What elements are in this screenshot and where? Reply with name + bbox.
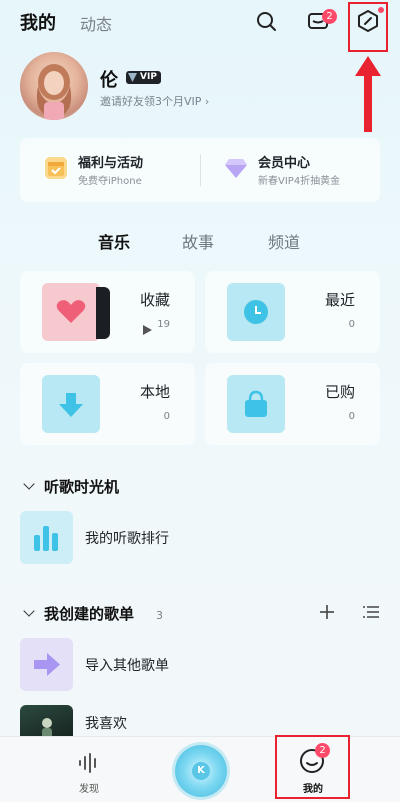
album-thumbnail <box>96 287 110 339</box>
tile-recent-count: 0 <box>348 319 355 330</box>
vip-center-subtitle: 新春VIP4折抽黄金 <box>258 176 341 187</box>
listening-rank-label[interactable]: 我的听歌排行 <box>85 528 169 548</box>
mine-badge: 2 <box>315 743 330 758</box>
notification-dot <box>378 7 384 13</box>
benefits-title[interactable]: 福利与活动 <box>78 152 143 171</box>
benefits-subtitle: 免费夺iPhone <box>78 176 142 187</box>
arrow-up-icon <box>355 56 381 132</box>
search-icon[interactable] <box>253 8 279 34</box>
tile-favorites-count: 19 <box>157 319 170 330</box>
tile-favorites-label: 收藏 <box>139 291 170 309</box>
nav-mine-label[interactable]: 我的 <box>303 780 323 795</box>
avatar[interactable] <box>20 52 88 120</box>
import-playlist-label[interactable]: 导入其他歌单 <box>85 655 169 675</box>
vip-center-title[interactable]: 会员中心 <box>258 152 310 171</box>
message-badge: 2 <box>322 9 337 24</box>
vip-badge[interactable]: VIP <box>126 71 161 84</box>
my-playlists-title[interactable]: 我创建的歌单 <box>44 603 134 624</box>
my-favorites-playlist-label[interactable]: 我喜欢 <box>85 713 127 733</box>
tab-mine[interactable]: 我的 <box>20 9 56 35</box>
segment-channel[interactable]: 频道 <box>268 229 300 253</box>
nav-discover-label[interactable]: 发现 <box>79 780 99 795</box>
diamond-icon <box>224 157 248 183</box>
k-logo-icon: K <box>192 762 210 780</box>
gift-calendar-icon <box>45 157 67 179</box>
bag-icon <box>227 375 285 433</box>
segment-story[interactable]: 故事 <box>182 229 214 253</box>
download-icon <box>42 375 100 433</box>
time-machine-title[interactable]: 听歌时光机 <box>44 476 119 497</box>
compass-icon[interactable] <box>355 8 381 34</box>
add-icon[interactable] <box>318 603 336 625</box>
waveform-icon[interactable] <box>77 752 99 778</box>
divider <box>200 154 201 186</box>
tile-purchased-count: 0 <box>348 411 355 422</box>
tab-feed[interactable]: 动态 <box>80 11 112 35</box>
chevron-down-icon[interactable] <box>23 605 35 617</box>
bar-chart-icon <box>20 511 73 564</box>
user-name[interactable]: 伦 <box>100 66 118 92</box>
segment-music[interactable]: 音乐 <box>98 229 130 253</box>
invite-link[interactable]: 邀请好友领3个月VIP › <box>100 93 209 109</box>
tile-purchased-label: 已购 <box>324 383 355 401</box>
import-arrow-icon <box>20 638 73 691</box>
playlists-count: 3 <box>156 609 163 622</box>
heart-icon <box>42 283 100 341</box>
list-manage-icon[interactable] <box>362 604 380 624</box>
chevron-down-icon[interactable] <box>23 478 35 490</box>
tile-recent-label: 最近 <box>324 291 355 309</box>
tile-local-count: 0 <box>163 411 170 422</box>
clock-icon <box>227 283 285 341</box>
tile-local-label: 本地 <box>139 383 170 401</box>
